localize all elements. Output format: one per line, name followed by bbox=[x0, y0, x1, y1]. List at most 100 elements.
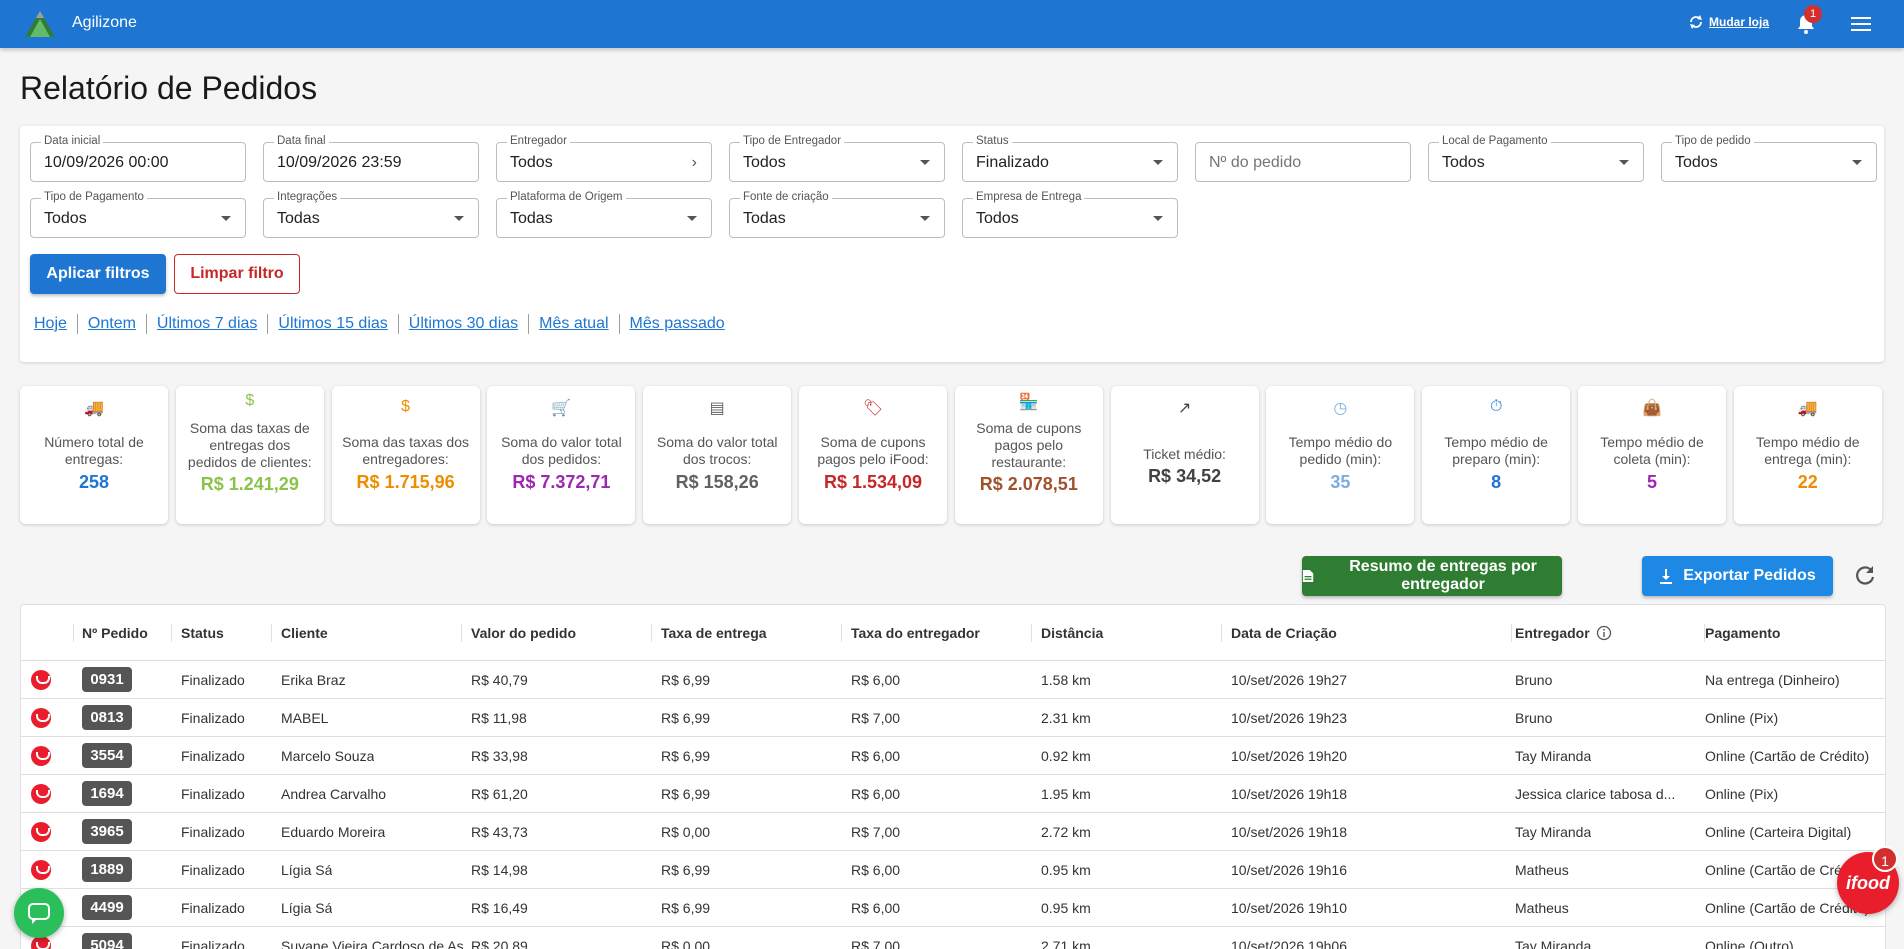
column-header-status[interactable]: Status bbox=[181, 625, 224, 641]
table-row[interactable]: 1889 Finalizado Lígia Sá R$ 14,98 R$ 6,99 R$ … bbox=[21, 851, 1885, 889]
cell-courier-fee: R$ 6,00 bbox=[851, 900, 901, 916]
summary-cards: 🚚 Número total de entregas: 258 $ Soma das t… bbox=[20, 386, 1886, 524]
receipt-icon: ▤ bbox=[709, 400, 725, 417]
quick-link-last-30-days[interactable]: Últimos 30 dias bbox=[409, 315, 518, 333]
apply-filters-button[interactable]: Aplicar filtros bbox=[30, 254, 166, 294]
table-row[interactable]: 0813 Finalizado MABEL R$ 11,98 R$ 6,99 R$ 7,0… bbox=[21, 699, 1885, 737]
order-number-chip[interactable]: 5094 bbox=[82, 933, 132, 949]
table-row[interactable]: 3554 Finalizado Marcelo Souza R$ 33,98 R$ 6,… bbox=[21, 737, 1885, 775]
order-number-input[interactable]: Nº do pedido bbox=[1195, 142, 1411, 182]
payment-location-select[interactable]: Local de Pagamento Todos bbox=[1428, 135, 1644, 182]
status-label: Status bbox=[973, 135, 1012, 147]
export-orders-button[interactable]: Exportar Pedidos bbox=[1642, 556, 1833, 596]
column-divider bbox=[461, 624, 462, 642]
end-date-label: Data final bbox=[274, 135, 329, 147]
start-date-field[interactable]: Data inicial 10/09/2026 00:00 bbox=[30, 135, 246, 182]
integrations-label: Integrações bbox=[274, 191, 341, 203]
table-row[interactable]: 0931 Finalizado Erika Braz R$ 40,79 R$ 6,99 R… bbox=[21, 661, 1885, 699]
origin-platform-value: Todas bbox=[510, 210, 553, 227]
summary-card-title: Soma das taxas dos entregadores: bbox=[342, 434, 470, 467]
order-number-chip[interactable]: 4499 bbox=[82, 895, 132, 920]
refresh-icon[interactable] bbox=[1854, 564, 1876, 586]
order-number-chip[interactable]: 3554 bbox=[82, 743, 132, 768]
status-select[interactable]: Status Finalizado bbox=[962, 135, 1178, 182]
dropdown-arrow-icon bbox=[1153, 160, 1163, 165]
quick-link-last-7-days[interactable]: Últimos 7 dias bbox=[157, 315, 257, 333]
bag-icon: 👜 bbox=[1642, 400, 1662, 417]
quick-link-last-15-days[interactable]: Últimos 15 dias bbox=[278, 315, 387, 333]
table-row[interactable]: 4499 Finalizado Lígia Sá R$ 16,49 R$ 6,99 R$ … bbox=[21, 889, 1885, 927]
cell-created-at: 10/set/2026 19h10 bbox=[1231, 900, 1347, 916]
table-row[interactable]: 1694 Finalizado Andrea Carvalho R$ 61,20 R$ … bbox=[21, 775, 1885, 813]
courier-summary-button[interactable]: Resumo de entregas por entregador bbox=[1302, 556, 1562, 596]
start-date-label: Data inicial bbox=[41, 135, 104, 147]
column-header-payment[interactable]: Pagamento bbox=[1705, 625, 1780, 641]
start-date-value: 10/09/2026 00:00 bbox=[44, 154, 169, 171]
quick-link-yesterday[interactable]: Ontem bbox=[88, 315, 136, 333]
column-header-created-at[interactable]: Data de Criação bbox=[1231, 625, 1337, 641]
column-header-order-number[interactable]: Nº Pedido bbox=[82, 625, 148, 641]
column-divider bbox=[1221, 624, 1222, 642]
info-icon[interactable] bbox=[1596, 625, 1612, 641]
cell-created-at: 10/set/2026 19h18 bbox=[1231, 824, 1347, 840]
order-number-chip[interactable]: 1694 bbox=[82, 781, 132, 806]
cell-payment: Online (Outro) bbox=[1705, 938, 1794, 949]
cell-courier: Tay Miranda bbox=[1515, 824, 1592, 840]
payment-type-label: Tipo de Pagamento bbox=[41, 191, 147, 203]
dropdown-arrow-icon bbox=[1619, 160, 1629, 165]
order-number-chip[interactable]: 0931 bbox=[82, 667, 132, 692]
order-type-select[interactable]: Tipo de pedido Todos bbox=[1661, 135, 1877, 182]
page-title: Relatório de Pedidos bbox=[20, 70, 318, 106]
summary-card-value: 5 bbox=[1646, 472, 1657, 492]
cell-created-at: 10/set/2026 19h27 bbox=[1231, 672, 1347, 688]
document-icon bbox=[1302, 569, 1314, 583]
column-header-delivery-fee[interactable]: Taxa de entrega bbox=[661, 625, 767, 641]
quick-link-last-month[interactable]: Mês passado bbox=[630, 315, 725, 333]
column-header-client[interactable]: Cliente bbox=[281, 625, 328, 641]
column-header-distance[interactable]: Distância bbox=[1041, 625, 1103, 641]
chevron-right-icon: › bbox=[691, 154, 697, 171]
payment-type-select[interactable]: Tipo de Pagamento Todos bbox=[30, 191, 246, 238]
order-number-chip[interactable]: 3965 bbox=[82, 819, 132, 844]
quick-link-today[interactable]: Hoje bbox=[34, 315, 67, 333]
courier-header-label: Entregador bbox=[1515, 625, 1590, 641]
cell-payment: Na entrega (Dinheiro) bbox=[1705, 672, 1840, 688]
cell-status: Finalizado bbox=[181, 900, 245, 916]
summary-card-value: 8 bbox=[1491, 472, 1502, 492]
creation-source-select[interactable]: Fonte de criação Todas bbox=[729, 191, 945, 238]
quick-date-links: Hoje Ontem Últimos 7 dias Últimos 15 dia… bbox=[34, 314, 725, 334]
summary-card: 👜 Tempo médio de coleta (min): 5 bbox=[1578, 386, 1726, 524]
table-row[interactable]: 3965 Finalizado Eduardo Moreira R$ 43,73 R$ … bbox=[21, 813, 1885, 851]
summary-card-title: Tempo médio de preparo (min): bbox=[1444, 434, 1548, 467]
courier-type-select[interactable]: Tipo de Entregador Todos bbox=[729, 135, 945, 182]
column-header-courier[interactable]: Entregador bbox=[1515, 625, 1612, 641]
courier-label: Entregador bbox=[507, 135, 570, 147]
summary-card: $ Soma das taxas de entregas dos pedidos … bbox=[175, 386, 324, 524]
dollar-icon: $ bbox=[401, 398, 411, 415]
column-header-courier-fee[interactable]: Taxa do entregador bbox=[851, 625, 980, 641]
integrations-select[interactable]: Integrações Todas bbox=[263, 191, 479, 238]
order-number-placeholder: Nº do pedido bbox=[1209, 154, 1302, 171]
courier-select[interactable]: Entregador Todos › bbox=[496, 135, 712, 182]
cell-client: Lígia Sá bbox=[281, 862, 333, 878]
chat-button[interactable] bbox=[14, 888, 64, 938]
table-row[interactable]: 5094 Finalizado Suyane Vieira Cardoso de A… bbox=[21, 927, 1885, 949]
cell-status: Finalizado bbox=[181, 748, 245, 764]
order-number-chip[interactable]: 1889 bbox=[82, 857, 132, 882]
origin-platform-select[interactable]: Plataforma de Origem Todas bbox=[496, 191, 712, 238]
cell-payment: Online (Pix) bbox=[1705, 786, 1779, 802]
trending-up-icon: ↗ bbox=[1177, 400, 1192, 417]
summary-card: 🏷 Soma de cupons pagos pelo iFood: R$ 1.53… bbox=[799, 386, 947, 524]
clear-filter-button[interactable]: Limpar filtro bbox=[174, 254, 300, 294]
cell-status: Finalizado bbox=[181, 938, 245, 949]
switch-store-link[interactable]: Mudar loja bbox=[1688, 14, 1769, 30]
delivery-company-select[interactable]: Empresa de Entrega Todos bbox=[962, 191, 1178, 238]
hamburger-menu-icon[interactable] bbox=[1849, 13, 1873, 35]
delivery-company-value: Todos bbox=[976, 210, 1019, 227]
end-date-field[interactable]: Data final 10/09/2026 23:59 bbox=[263, 135, 479, 182]
column-header-order-value[interactable]: Valor do pedido bbox=[471, 625, 576, 641]
cell-delivery-fee: R$ 6,99 bbox=[661, 672, 711, 688]
quick-link-current-month[interactable]: Mês atual bbox=[539, 315, 608, 333]
cell-courier-fee: R$ 6,00 bbox=[851, 672, 901, 688]
order-number-chip[interactable]: 0813 bbox=[82, 705, 132, 730]
